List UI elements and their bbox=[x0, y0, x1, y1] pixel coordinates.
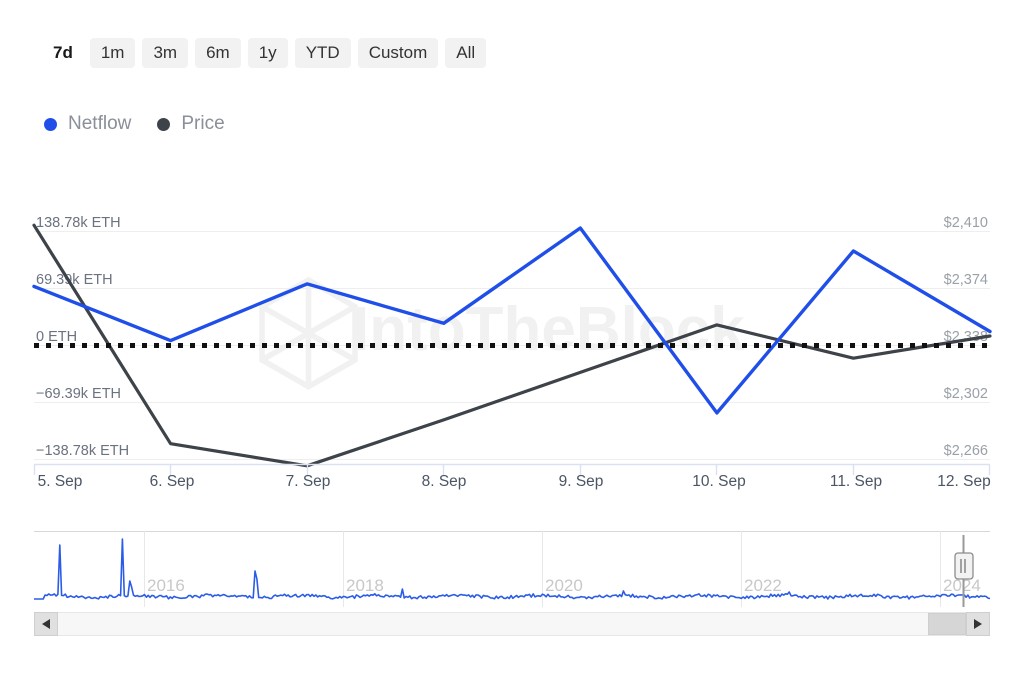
right-axis-tick-1: $2,374 bbox=[944, 272, 988, 288]
main-plot-area[interactable]: IntoTheBlock 138.78k ETH 69.39k ETH 0 ET… bbox=[0, 185, 1024, 475]
x-tick-label-2: 7. Sep bbox=[286, 473, 331, 490]
navigator-year-labels: 2016 2018 2020 2022 2024 bbox=[147, 576, 981, 595]
scrollbar-thumb[interactable] bbox=[928, 613, 966, 635]
legend-item-netflow[interactable]: Netflow bbox=[44, 113, 131, 135]
left-axis-tick-4: −138.78k ETH bbox=[36, 443, 129, 459]
range-navigator[interactable]: 2016 2018 2020 2022 2024 bbox=[34, 531, 990, 607]
right-axis-tick-4: $2,266 bbox=[944, 443, 988, 459]
left-axis-tick-1: 69.39k ETH bbox=[36, 272, 113, 288]
scroll-right-arrow-icon bbox=[974, 619, 982, 629]
x-tick-label-3: 8. Sep bbox=[422, 473, 467, 490]
range-button-1y[interactable]: 1y bbox=[248, 38, 288, 68]
navigator-svg: 2016 2018 2020 2022 2024 bbox=[34, 531, 990, 607]
left-axis-tick-0: 138.78k ETH bbox=[36, 215, 121, 231]
x-tick-label-1: 6. Sep bbox=[150, 473, 195, 490]
range-button-all[interactable]: All bbox=[445, 38, 486, 68]
chart-legend: Netflow Price bbox=[44, 113, 225, 135]
legend-dot-price-icon bbox=[157, 118, 170, 131]
left-axis-tick-3: −69.39k ETH bbox=[36, 386, 121, 402]
x-axis-labels-svg: 5. Sep 6. Sep 7. Sep 8. Sep 9. Sep 10. S… bbox=[0, 470, 1024, 510]
legend-label-netflow: Netflow bbox=[68, 113, 131, 135]
x-tick-label-0: 5. Sep bbox=[38, 473, 83, 490]
legend-label-price: Price bbox=[181, 113, 224, 135]
x-tick-label-4: 9. Sep bbox=[559, 473, 604, 490]
x-tick-label-7: 12. Sep bbox=[937, 473, 990, 490]
navigator-year-2016: 2016 bbox=[147, 576, 185, 595]
x-tick-label-5: 10. Sep bbox=[692, 473, 745, 490]
range-button-1m[interactable]: 1m bbox=[90, 38, 136, 68]
navigator-scrollbar[interactable] bbox=[34, 612, 990, 636]
range-button-7d[interactable]: 7d bbox=[50, 38, 83, 68]
right-axis-tick-0: $2,410 bbox=[944, 215, 988, 231]
navigator-year-2022: 2022 bbox=[744, 576, 782, 595]
gridlines bbox=[34, 232, 990, 460]
range-selector: 7d 1m 3m 6m 1y YTD Custom All bbox=[50, 38, 486, 68]
chart-widget: 7d 1m 3m 6m 1y YTD Custom All Netflow Pr… bbox=[0, 0, 1024, 683]
watermark: IntoTheBlock bbox=[262, 280, 745, 387]
range-button-ytd[interactable]: YTD bbox=[295, 38, 351, 68]
legend-dot-netflow-icon bbox=[44, 118, 57, 131]
range-button-3m[interactable]: 3m bbox=[142, 38, 188, 68]
navigator-right-handle[interactable] bbox=[955, 553, 973, 579]
right-axis-tick-3: $2,302 bbox=[944, 386, 988, 402]
scroll-left-arrow-button[interactable] bbox=[34, 612, 58, 636]
scrollbar-track[interactable] bbox=[58, 612, 966, 636]
range-button-6m[interactable]: 6m bbox=[195, 38, 241, 68]
left-axis-tick-2: 0 ETH bbox=[36, 329, 77, 345]
navigator-year-2018: 2018 bbox=[346, 576, 384, 595]
scroll-right-arrow-button[interactable] bbox=[966, 612, 990, 636]
watermark-text: IntoTheBlock bbox=[352, 295, 745, 364]
navigator-year-2020: 2020 bbox=[545, 576, 583, 595]
range-button-custom[interactable]: Custom bbox=[358, 38, 439, 68]
x-tick-label-6: 11. Sep bbox=[830, 473, 882, 490]
legend-item-price[interactable]: Price bbox=[157, 113, 224, 135]
scroll-left-arrow-icon bbox=[42, 619, 50, 629]
plot-svg: IntoTheBlock 138.78k ETH 69.39k ETH 0 ET… bbox=[0, 185, 1024, 475]
